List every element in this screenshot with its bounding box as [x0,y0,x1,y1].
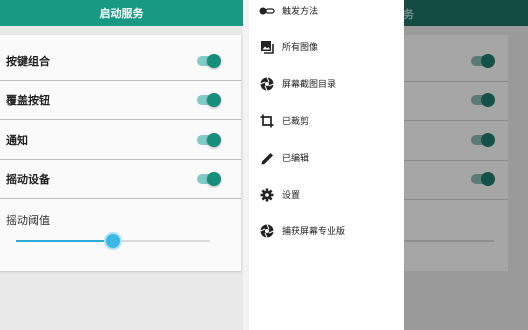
crop-icon [259,113,275,129]
dimmed-slider [404,240,494,242]
setting-row-overlay-button[interactable]: 覆盖按钮 [0,81,241,120]
dimmed-toggle [471,172,495,186]
dimmed-toggle [471,93,495,107]
setting-label: 覆盖按钮 [6,94,50,107]
drawer-item-label: 设置 [282,191,301,201]
dimmed-toggle [471,133,495,147]
drawer-item-cropped[interactable]: 已裁剪 [249,106,404,136]
drawer-item-label: 已编辑 [282,154,310,164]
slider-fill [16,240,113,242]
setting-label: 按键组合 [6,55,50,68]
dimmed-header: 务 [403,0,528,26]
drawer-item-trigger-method[interactable]: 触发方法 [249,0,404,26]
navigation-drawer: 触发方法 所有图像 屏幕截图目录 已裁剪 已编辑 设置 捕获屏幕专业版 [249,0,404,330]
settings-card: 按键组合 覆盖按钮 通知 摇动设备 摇动阈值 [0,35,241,271]
drawer-item-label: 所有图像 [282,43,319,53]
drawer-item-screenshot-folder[interactable]: 屏幕截图目录 [249,69,404,99]
dimmed-divider [404,160,508,161]
app-header: 启动服务 [0,0,243,26]
setting-row-notification[interactable]: 通知 [0,121,241,160]
drawer-item-label: 屏幕截图目录 [282,80,337,90]
drawer-item-label: 触发方法 [282,7,319,17]
dimmed-divider [404,199,508,200]
drawer-item-edited[interactable]: 已编辑 [249,143,404,173]
drawer-item-label: 捕获屏幕专业版 [282,227,346,237]
notification-toggle[interactable] [197,133,221,147]
pencil-icon [259,150,275,166]
setting-row-key-combo[interactable]: 按键组合 [0,42,241,81]
shake-threshold-label: 摇动阈值 [6,214,50,227]
drawer-item-all-images[interactable]: 所有图像 [249,32,404,62]
dimmed-divider [404,120,508,121]
toggle-icon [259,3,275,19]
dimmed-toggle [471,54,495,68]
header-title: 启动服务 [99,7,144,20]
dimmed-card [404,35,508,271]
dimmed-header-fragment: 务 [403,8,414,21]
drawer-item-settings[interactable]: 设置 [249,180,404,210]
aperture-icon [259,223,275,239]
aperture-icon [259,76,275,92]
setting-label: 摇动设备 [6,173,50,186]
shake-threshold-slider[interactable] [16,232,210,250]
slider-thumb[interactable] [106,234,120,248]
setting-row-shake-device[interactable]: 摇动设备 [0,160,241,199]
key-combo-toggle[interactable] [197,54,221,68]
dimmed-divider [404,81,508,82]
drawer-item-capture-pro[interactable]: 捕获屏幕专业版 [249,216,404,246]
drawer-item-label: 已裁剪 [282,117,310,127]
gallery-icon [259,39,275,55]
shake-device-toggle[interactable] [197,172,221,186]
setting-label: 通知 [6,134,28,147]
main-screen: 启动服务 按键组合 覆盖按钮 通知 摇动设备 摇动阈值 [0,0,243,330]
gear-icon [259,187,275,203]
overlay-button-toggle[interactable] [197,93,221,107]
